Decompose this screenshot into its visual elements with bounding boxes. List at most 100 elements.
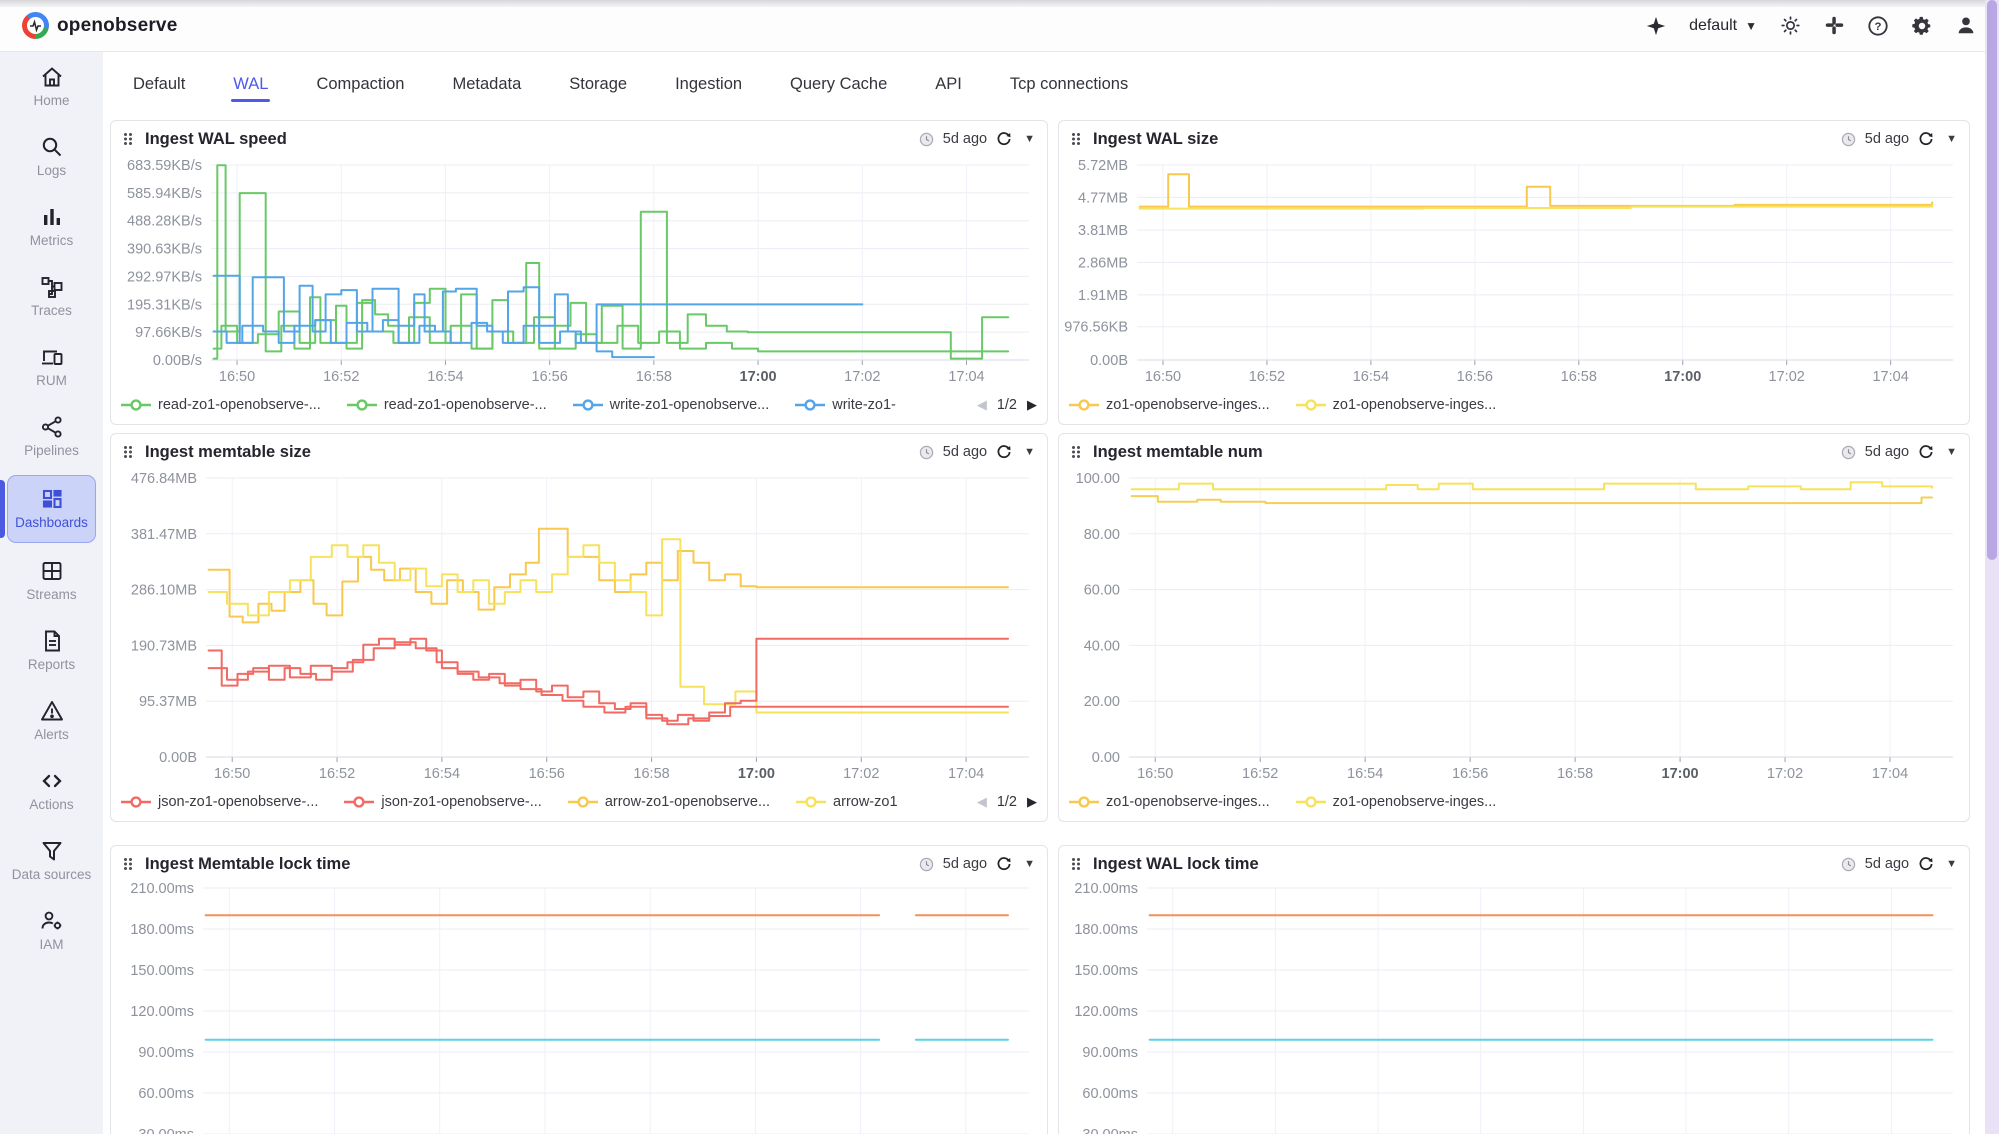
chart-ingest-wal-lock-time[interactable]: 210.00ms180.00ms150.00ms120.00ms90.00ms6… xyxy=(1059,882,1969,1134)
sidebar-item-rum[interactable]: RUM xyxy=(0,332,103,402)
refresh-icon[interactable] xyxy=(996,856,1012,872)
panel-title: Ingest WAL speed xyxy=(145,130,287,149)
refresh-icon[interactable] xyxy=(996,131,1012,147)
time-range-label[interactable]: 5d ago xyxy=(1865,131,1909,147)
sidebar-item-streams[interactable]: Streams xyxy=(0,546,103,616)
panel-menu-caret-icon[interactable]: ▼ xyxy=(1024,446,1035,458)
svg-text:17:04: 17:04 xyxy=(948,766,984,782)
legend-marker-icon xyxy=(568,796,598,808)
legend-item[interactable]: zo1-openobserve-inges... xyxy=(1069,794,1270,810)
legend-item[interactable]: write-zo1- xyxy=(795,397,896,413)
svg-text:210.00ms: 210.00ms xyxy=(130,882,194,897)
sidebar-item-metrics[interactable]: Metrics xyxy=(0,192,103,262)
sidebar-item-dashboards[interactable]: Dashboards xyxy=(0,472,103,546)
scrollbar-thumb[interactable] xyxy=(1987,0,1997,560)
legend-item[interactable]: zo1-openobserve-inges... xyxy=(1296,794,1497,810)
org-selector[interactable]: default ▼ xyxy=(1689,17,1757,35)
tab-default[interactable]: Default xyxy=(131,55,187,114)
sidebar-item-logs[interactable]: Logs xyxy=(0,122,103,192)
chart-ingest-memtable-size[interactable]: 476.84MB381.47MB286.10MB190.73MB95.37MB0… xyxy=(111,470,1047,787)
help-icon[interactable]: ? xyxy=(1867,15,1889,37)
chart-ingest-wal-size[interactable]: 5.72MB4.77MB3.81MB2.86MB1.91MB976.56KB0.… xyxy=(1059,157,1969,390)
refresh-icon[interactable] xyxy=(1918,131,1934,147)
drag-handle-icon[interactable] xyxy=(123,445,135,459)
legend-item[interactable]: json-zo1-openobserve-... xyxy=(121,794,318,810)
tab-api[interactable]: API xyxy=(933,55,964,114)
svg-text:3.81MB: 3.81MB xyxy=(1078,223,1128,239)
alert-triangle-icon xyxy=(40,699,64,723)
svg-text:292.97KB/s: 292.97KB/s xyxy=(127,269,202,285)
svg-text:?: ? xyxy=(1875,21,1882,33)
svg-text:16:54: 16:54 xyxy=(427,369,463,385)
drag-handle-icon[interactable] xyxy=(1071,445,1083,459)
svg-text:0.00B/s: 0.00B/s xyxy=(153,353,202,369)
legend-prev-icon[interactable]: ◀ xyxy=(977,794,987,810)
panel-menu-caret-icon[interactable]: ▼ xyxy=(1024,858,1035,870)
refresh-icon[interactable] xyxy=(1918,856,1934,872)
time-range-label[interactable]: 5d ago xyxy=(1865,444,1909,460)
openobserve-logo: openobserve xyxy=(22,12,177,39)
drag-handle-icon[interactable] xyxy=(1071,132,1083,146)
sidebar-item-data-sources[interactable]: Data sources xyxy=(0,826,103,896)
legend-marker-icon xyxy=(1296,796,1326,808)
legend-item[interactable]: write-zo1-openobserve... xyxy=(573,397,770,413)
svg-text:16:52: 16:52 xyxy=(1249,369,1285,385)
tab-tcp-connections[interactable]: Tcp connections xyxy=(1008,55,1130,114)
legend-next-icon[interactable]: ▶ xyxy=(1027,397,1037,413)
settings-gear-icon[interactable] xyxy=(1911,15,1933,37)
drag-handle-icon[interactable] xyxy=(123,857,135,871)
legend-item[interactable]: json-zo1-openobserve-... xyxy=(344,794,541,810)
sidebar-item-alerts[interactable]: Alerts xyxy=(0,686,103,756)
tab-compaction[interactable]: Compaction xyxy=(314,55,406,114)
tab-ingestion[interactable]: Ingestion xyxy=(673,55,744,114)
panel-ingest-memtable-num: Ingest memtable num 5d ago ▼ 100.0080.00… xyxy=(1058,433,1970,822)
legend-next-icon[interactable]: ▶ xyxy=(1027,794,1037,810)
tab-query-cache[interactable]: Query Cache xyxy=(788,55,889,114)
legend-item[interactable]: read-zo1-openobserve-... xyxy=(347,397,547,413)
chart-ingest-memtable-num[interactable]: 100.0080.0060.0040.0020.000.0016:5016:52… xyxy=(1059,470,1969,787)
sidebar-item-traces[interactable]: Traces xyxy=(0,262,103,332)
legend-item[interactable]: zo1-openobserve-inges... xyxy=(1069,397,1270,413)
time-range-label[interactable]: 5d ago xyxy=(943,131,987,147)
ai-sparkle-icon[interactable] xyxy=(1645,15,1667,37)
page-scrollbar[interactable] xyxy=(1985,0,1999,1134)
chart-legend: zo1-openobserve-inges... zo1-openobserve… xyxy=(1069,788,1959,816)
sidebar-item-home[interactable]: Home xyxy=(0,52,103,122)
legend-item[interactable]: read-zo1-openobserve-... xyxy=(121,397,321,413)
panel-menu-caret-icon[interactable]: ▼ xyxy=(1946,858,1957,870)
sidebar-item-iam[interactable]: IAM xyxy=(0,896,103,966)
refresh-icon[interactable] xyxy=(996,444,1012,460)
panel-title: Ingest memtable num xyxy=(1093,443,1263,462)
time-range-label[interactable]: 5d ago xyxy=(943,444,987,460)
legend-prev-icon[interactable]: ◀ xyxy=(977,397,987,413)
tab-storage[interactable]: Storage xyxy=(567,55,629,114)
legend-item[interactable]: arrow-zo1-openobserve... xyxy=(568,794,770,810)
svg-text:585.94KB/s: 585.94KB/s xyxy=(127,186,202,202)
clock-icon xyxy=(1841,445,1856,460)
sidebar-item-actions[interactable]: Actions xyxy=(0,756,103,826)
chart-ingest-memtable-lock-time[interactable]: 210.00ms180.00ms150.00ms120.00ms90.00ms6… xyxy=(111,882,1047,1134)
tab-metadata[interactable]: Metadata xyxy=(450,55,523,114)
legend-item[interactable]: zo1-openobserve-inges... xyxy=(1296,397,1497,413)
legend-marker-icon xyxy=(796,796,826,808)
panel-menu-caret-icon[interactable]: ▼ xyxy=(1946,446,1957,458)
legend-marker-icon xyxy=(1296,399,1326,411)
svg-text:16:52: 16:52 xyxy=(319,766,355,782)
legend-item[interactable]: arrow-zo1 xyxy=(796,794,897,810)
svg-text:16:50: 16:50 xyxy=(1137,766,1173,782)
sidebar-item-pipelines[interactable]: Pipelines xyxy=(0,402,103,472)
sidebar-item-reports[interactable]: Reports xyxy=(0,616,103,686)
time-range-label[interactable]: 5d ago xyxy=(1865,856,1909,872)
tab-wal[interactable]: WAL xyxy=(231,55,270,114)
time-range-label[interactable]: 5d ago xyxy=(943,856,987,872)
panel-menu-caret-icon[interactable]: ▼ xyxy=(1024,133,1035,145)
slack-icon[interactable] xyxy=(1823,15,1845,37)
svg-text:17:04: 17:04 xyxy=(1872,766,1908,782)
drag-handle-icon[interactable] xyxy=(1071,857,1083,871)
panel-menu-caret-icon[interactable]: ▼ xyxy=(1946,133,1957,145)
profile-icon[interactable] xyxy=(1955,15,1977,37)
refresh-icon[interactable] xyxy=(1918,444,1934,460)
chart-ingest-wal-speed[interactable]: 683.59KB/s585.94KB/s488.28KB/s390.63KB/s… xyxy=(111,157,1047,390)
theme-toggle-icon[interactable] xyxy=(1779,15,1801,37)
drag-handle-icon[interactable] xyxy=(123,132,135,146)
